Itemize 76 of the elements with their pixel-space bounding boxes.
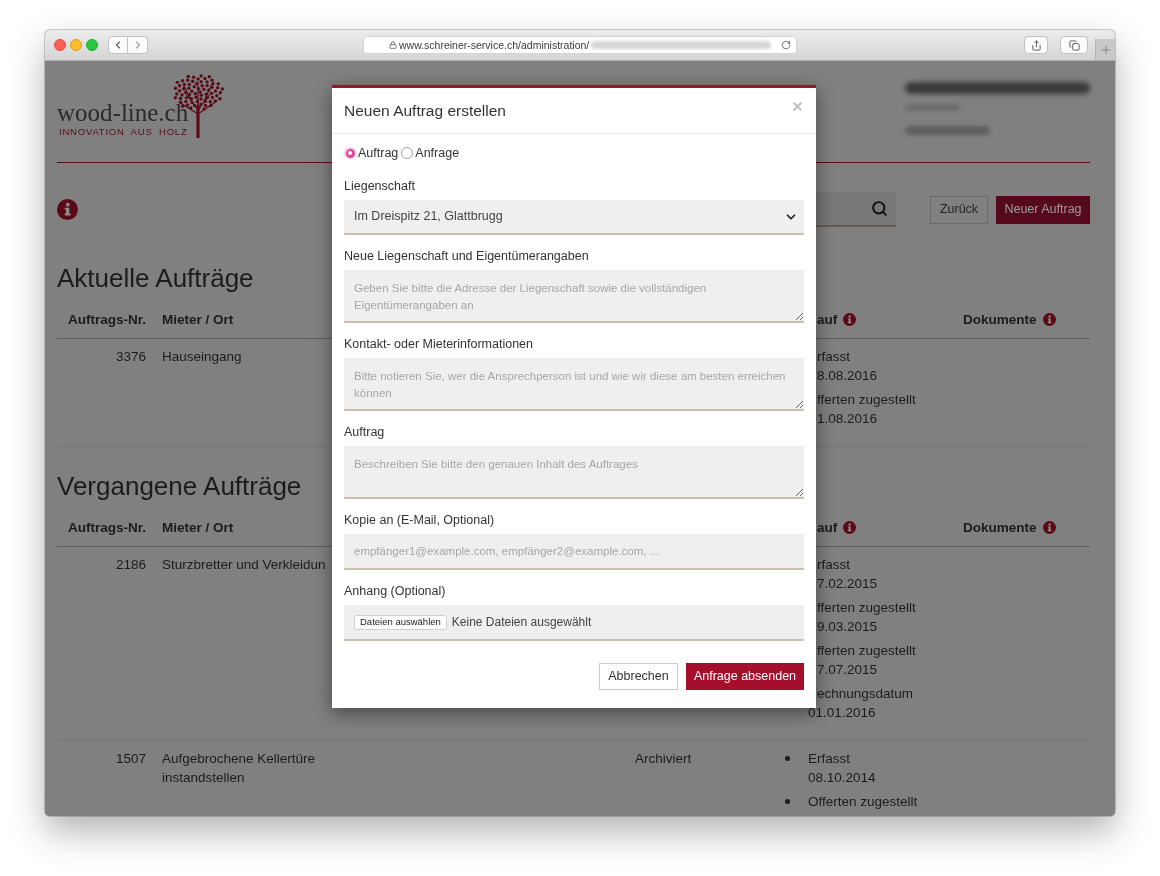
history-status: rfasst	[817, 348, 850, 366]
column-header: Dokumente	[963, 311, 1037, 329]
lock-icon	[389, 41, 397, 49]
order-number: 1507	[115, 751, 146, 766]
search-field[interactable]	[816, 192, 896, 227]
history-date: 9.03.2015	[817, 618, 878, 636]
history-date: 8.08.2016	[817, 367, 878, 385]
logo-text: wood-line.ch	[57, 100, 189, 126]
submit-button[interactable]: Anfrage absenden	[686, 663, 804, 690]
field-label: Auftrag	[344, 424, 385, 440]
order-number: 2186	[115, 557, 146, 572]
history-status: Erfasst	[808, 750, 850, 768]
new-order-button[interactable]: Neuer Auftrag	[996, 195, 1090, 224]
column-header: Dokumente	[963, 519, 1037, 537]
history-date: 1.08.2016	[817, 410, 878, 428]
plus-icon	[1099, 43, 1112, 56]
bullet-icon	[785, 799, 790, 804]
field-label: Kontakt- oder Mieterinformationen	[344, 336, 533, 352]
history-status: fferten zugestellt	[817, 599, 916, 617]
field-label: Kopie an (E-Mail, Optional)	[344, 512, 495, 528]
tenant-location: Sturzbretter und Verkleidun	[162, 557, 326, 572]
column-header: Auftrags-Nr.	[68, 519, 146, 537]
order-number: 3376	[115, 349, 146, 364]
reload-icon[interactable]	[781, 40, 791, 50]
history-status: fferten zugestellt	[817, 642, 916, 660]
field-label: Liegenschaft	[344, 178, 415, 194]
close-icon[interactable]	[791, 100, 804, 113]
radio-icon[interactable]	[401, 147, 414, 159]
cancel-button[interactable]: Abbrechen	[599, 663, 678, 690]
history-date: 7.07.2015	[817, 661, 878, 679]
bullet-icon	[785, 756, 790, 761]
file-status-text: Keine Dateien ausgewählt	[451, 614, 592, 631]
tenant-location: Hauseingang	[162, 349, 242, 364]
textarea-field[interactable]: Beschreiben Sie bitte den genauen Inhalt des Auftrages	[344, 446, 804, 499]
radio-icon[interactable]	[344, 147, 356, 159]
window-close-icon[interactable]	[54, 39, 66, 51]
address-bar[interactable]: www.schreiner-service.ch/administration/	[363, 36, 797, 54]
forward-button[interactable]	[128, 36, 148, 54]
field-label: Neue Liegenschaft und Eigentümerangaben	[344, 248, 589, 264]
back-button[interactable]	[108, 36, 128, 54]
radio-option[interactable]: Auftrag	[344, 143, 399, 163]
status-text: Archiviert	[635, 751, 692, 766]
tenant-location: Aufgebrochene Kellertüre instandstellen	[162, 751, 316, 785]
history-date: 7.02.2015	[817, 575, 878, 593]
column-header: Auftrags-Nr.	[68, 311, 146, 329]
column-header: auf	[817, 519, 838, 537]
two-squares-icon	[1068, 39, 1080, 51]
url-text: www.schreiner-service.ch/administration/	[399, 39, 590, 51]
radio-option[interactable]: Anfrage	[401, 143, 460, 163]
history-status: Offerten zugestellt	[808, 793, 918, 811]
input-field[interactable]: empfänger1@example.com, empfänger2@example.com, ...	[344, 534, 804, 570]
history-status: echnungsdatum	[817, 685, 914, 703]
share-button[interactable]	[1024, 36, 1048, 54]
search-icon[interactable]	[871, 200, 888, 217]
info-icon	[57, 199, 78, 220]
textarea-field[interactable]: Bitte notieren Sie, wer die Ansprechperson ist und wie wir diese am besten erreichen können	[344, 358, 804, 411]
share-icon	[1030, 39, 1042, 51]
field-label: Anhang (Optional)	[344, 583, 446, 599]
column-header: auf	[817, 311, 838, 329]
select-field[interactable]: Im Dreispitz 21, Glattbrugg	[344, 200, 804, 235]
column-header: Mieter / Ort	[162, 519, 234, 537]
history-status: rfasst	[817, 556, 850, 574]
modal-title: Neuen Auftrag erstellen	[344, 100, 506, 121]
history-status: fferten zugestellt	[817, 391, 916, 409]
window-minimize-icon[interactable]	[70, 39, 82, 51]
section-heading: Aktuelle Aufträge	[57, 263, 254, 293]
choose-files-button[interactable]: Dateien auswählen	[354, 614, 447, 630]
textarea-field[interactable]: Geben Sie bitte die Adresse der Liegenschaft sowie die vollständigen Eigentümerangaben an	[344, 270, 804, 323]
back-button[interactable]: Zurück	[930, 195, 988, 224]
logo-tagline: INNOVATION AUS HOLZ	[59, 126, 189, 137]
column-header: Mieter / Ort	[162, 311, 234, 329]
history-date: 08.10.2014	[808, 769, 876, 787]
section-heading: Vergangene Aufträge	[57, 471, 302, 501]
tab-overview-button[interactable]	[1060, 36, 1088, 54]
history-date: 01.01.2016	[808, 704, 876, 722]
window-zoom-icon[interactable]	[86, 39, 98, 51]
